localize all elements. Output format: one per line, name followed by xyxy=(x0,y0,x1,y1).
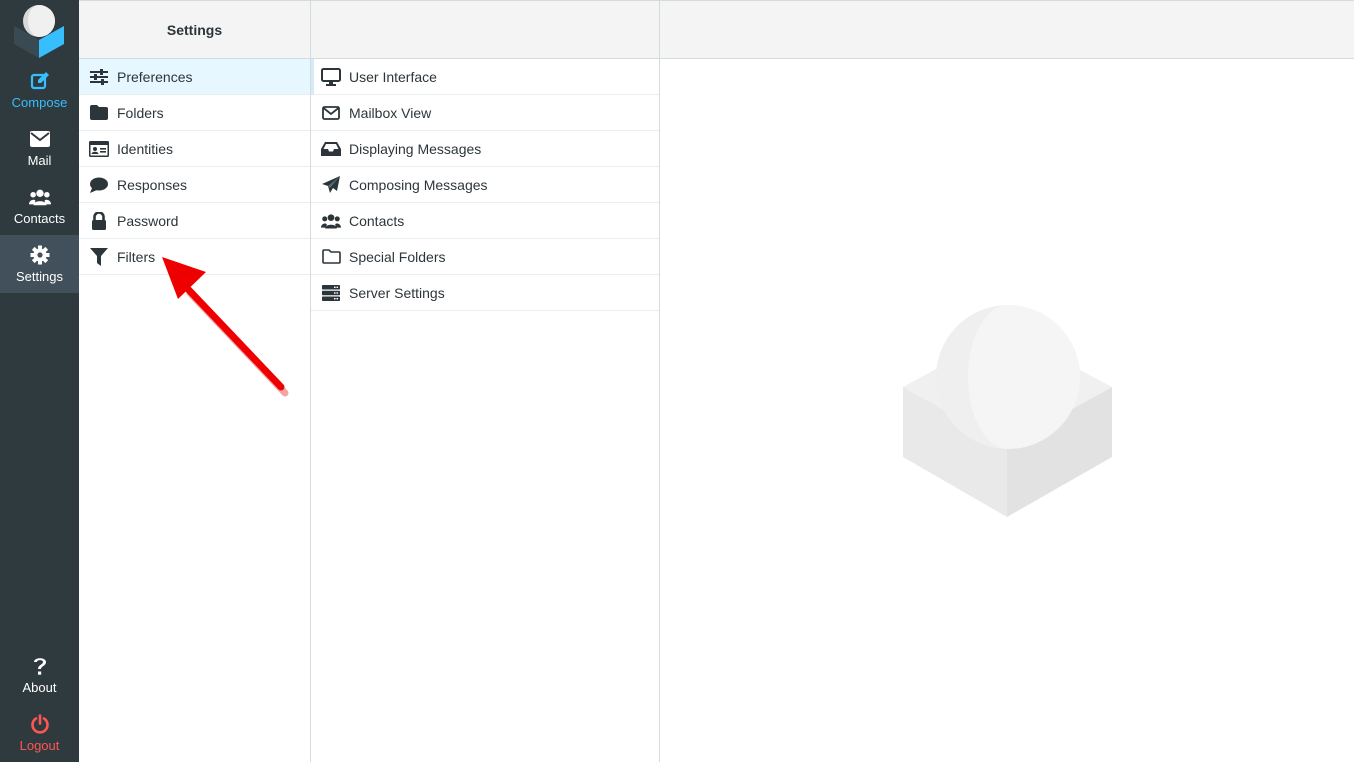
preferences-item-label: Contacts xyxy=(349,212,405,229)
nav-contacts[interactable]: Contacts xyxy=(0,177,79,235)
settings-item-folders[interactable]: Folders xyxy=(79,95,310,131)
settings-item-label: Password xyxy=(117,212,179,229)
settings-section-list: Preferences Folders Identities Responses… xyxy=(79,59,310,275)
roundcube-watermark-icon xyxy=(902,305,1114,522)
envelope-outline-icon xyxy=(321,104,341,122)
nav-about-label: About xyxy=(22,680,57,695)
preferences-item-label: Mailbox View xyxy=(349,104,432,121)
preferences-item-special-folders[interactable]: Special Folders xyxy=(311,239,659,275)
preferences-item-composing-messages[interactable]: Composing Messages xyxy=(311,167,659,203)
preferences-item-label: Special Folders xyxy=(349,248,446,265)
server-icon xyxy=(321,284,341,302)
settings-item-label: Identities xyxy=(117,140,174,157)
settings-item-label: Folders xyxy=(117,104,164,121)
nav-mail[interactable]: Mail xyxy=(0,119,79,177)
nav-mail-label: Mail xyxy=(27,153,52,168)
users-icon xyxy=(28,186,51,208)
gear-icon xyxy=(29,244,51,266)
preferences-item-label: Server Settings xyxy=(349,284,445,301)
preferences-item-server-settings[interactable]: Server Settings xyxy=(311,275,659,311)
settings-item-password[interactable]: Password xyxy=(79,203,310,239)
content-header xyxy=(660,0,1354,59)
nav-compose-label: Compose xyxy=(11,95,68,110)
users-icon xyxy=(321,212,341,230)
question-icon xyxy=(29,655,51,677)
nav-settings-label: Settings xyxy=(16,269,63,284)
folder-icon xyxy=(89,104,109,122)
nav-logout-label: Logout xyxy=(19,738,60,753)
nav-logout[interactable]: Logout xyxy=(0,704,79,762)
settings-item-label: Filters xyxy=(117,248,156,265)
nav-compose[interactable]: Compose xyxy=(0,61,79,119)
preferences-item-label: User Interface xyxy=(349,68,437,85)
envelope-icon xyxy=(29,128,51,150)
preferences-item-label: Displaying Messages xyxy=(349,140,482,157)
content-frame xyxy=(660,0,1354,762)
preferences-section-list: User Interface Mailbox View Displaying M… xyxy=(311,59,659,311)
filter-icon xyxy=(89,247,109,266)
comment-icon xyxy=(89,176,109,194)
settings-item-identities[interactable]: Identities xyxy=(79,131,310,167)
settings-item-preferences[interactable]: Preferences xyxy=(79,59,310,95)
monitor-icon xyxy=(321,67,341,86)
preferences-item-mailbox-view[interactable]: Mailbox View xyxy=(311,95,659,131)
settings-header: Settings xyxy=(79,0,310,59)
sliders-icon xyxy=(89,68,109,86)
settings-title: Settings xyxy=(166,21,223,38)
paper-plane-icon xyxy=(321,175,341,194)
nav-about[interactable]: About xyxy=(0,646,79,704)
settings-item-responses[interactable]: Responses xyxy=(79,167,310,203)
logo-icon xyxy=(12,4,66,58)
preferences-sections-panel: User Interface Mailbox View Displaying M… xyxy=(311,0,660,762)
preferences-item-displaying-messages[interactable]: Displaying Messages xyxy=(311,131,659,167)
main-navigation: Compose Mail Contacts Settings About Log… xyxy=(0,0,79,762)
preferences-item-user-interface[interactable]: User Interface xyxy=(311,59,659,95)
nav-contacts-label: Contacts xyxy=(13,211,66,226)
inbox-icon xyxy=(321,140,341,158)
settings-sections-panel: Settings Preferences Folders Identities … xyxy=(79,0,311,762)
settings-item-label: Responses xyxy=(117,176,188,193)
settings-item-filters[interactable]: Filters xyxy=(79,239,310,275)
preferences-header xyxy=(311,0,659,59)
nav-settings[interactable]: Settings xyxy=(0,235,79,293)
power-icon xyxy=(29,713,51,735)
settings-item-label: Preferences xyxy=(117,68,193,85)
lock-icon xyxy=(89,211,109,230)
compose-icon xyxy=(29,70,51,92)
preferences-item-contacts[interactable]: Contacts xyxy=(311,203,659,239)
preferences-item-label: Composing Messages xyxy=(349,176,488,193)
id-card-icon xyxy=(89,140,109,158)
folder-outline-icon xyxy=(321,248,341,266)
